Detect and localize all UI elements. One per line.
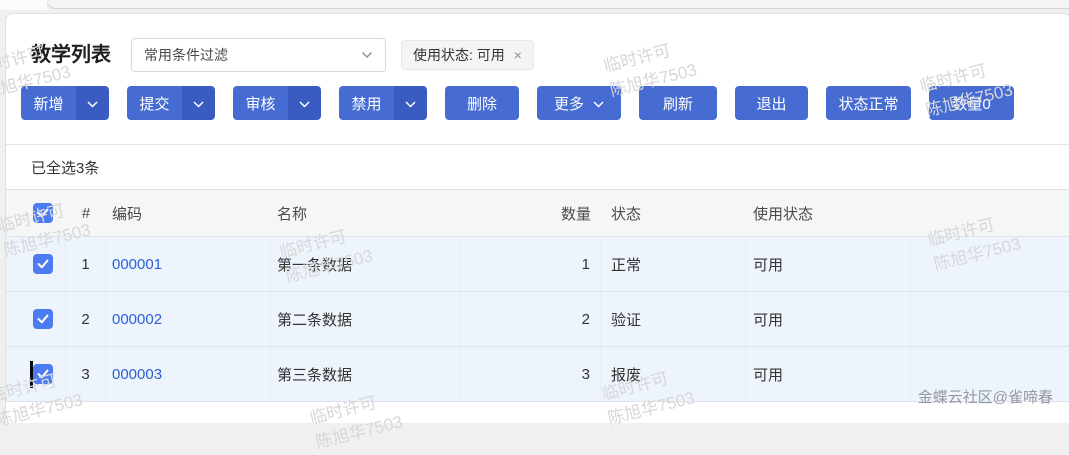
main-panel: 教学列表 常用条件过滤 使用状态: 可用 × 新增 提交 审核 bbox=[5, 13, 1069, 423]
column-header-name[interactable]: 名称 bbox=[271, 190, 461, 236]
filter-conditions-dropdown[interactable]: 常用条件过滤 bbox=[131, 38, 386, 72]
row-name: 第一条数据 bbox=[271, 237, 461, 291]
select-all-checkbox[interactable] bbox=[33, 203, 53, 223]
audit-split-button: 审核 bbox=[233, 86, 321, 120]
code-link[interactable]: 000001 bbox=[112, 256, 162, 273]
more-button[interactable]: 更多 bbox=[537, 86, 621, 120]
submit-button[interactable]: 提交 bbox=[127, 86, 182, 120]
submit-split-button: 提交 bbox=[127, 86, 215, 120]
table-row[interactable]: 3 000003 第三条数据 3 报废 可用 bbox=[6, 347, 1069, 402]
chevron-down-icon bbox=[299, 95, 310, 112]
tab-remnant bbox=[0, 0, 47, 10]
column-header-status[interactable]: 状态 bbox=[601, 190, 746, 236]
chevron-down-icon bbox=[193, 95, 204, 112]
audit-button[interactable]: 审核 bbox=[233, 86, 288, 120]
exit-button[interactable]: 退出 bbox=[735, 86, 808, 120]
code-link[interactable]: 000003 bbox=[112, 366, 162, 383]
row-use-status: 可用 bbox=[746, 237, 911, 291]
disable-split-button: 禁用 bbox=[339, 86, 427, 120]
table-row[interactable]: 2 000002 第二条数据 2 验证 可用 bbox=[6, 292, 1069, 347]
table-row[interactable]: 1 000001 第一条数据 1 正常 可用 bbox=[6, 237, 1069, 292]
tab-edge-line bbox=[46, 0, 1069, 9]
top-strip bbox=[0, 0, 1069, 13]
refresh-button[interactable]: 刷新 bbox=[639, 86, 717, 120]
add-dropdown-button[interactable] bbox=[76, 86, 109, 120]
row-qty: 1 bbox=[461, 237, 601, 291]
chevron-down-icon bbox=[405, 95, 416, 112]
toolbar: 新增 提交 审核 禁用 删除 更多 刷新 bbox=[21, 86, 1014, 120]
row-status: 验证 bbox=[601, 292, 746, 346]
row-use-status: 可用 bbox=[746, 292, 911, 346]
column-header-qty[interactable]: 数量 bbox=[461, 190, 601, 236]
chevron-down-icon bbox=[593, 95, 604, 112]
row-qty: 3 bbox=[461, 347, 601, 401]
text-cursor bbox=[30, 361, 33, 388]
add-button[interactable]: 新增 bbox=[21, 86, 76, 120]
code-link[interactable]: 000002 bbox=[112, 311, 162, 328]
filter-tag-close-icon[interactable]: × bbox=[514, 47, 522, 63]
chevron-down-icon bbox=[361, 51, 373, 59]
disable-button[interactable]: 禁用 bbox=[339, 86, 394, 120]
filter-dropdown-value: 常用条件过滤 bbox=[144, 45, 228, 65]
column-header-index[interactable]: # bbox=[66, 190, 106, 236]
submit-dropdown-button[interactable] bbox=[182, 86, 215, 120]
row-qty: 2 bbox=[461, 292, 601, 346]
row-status: 报废 bbox=[601, 347, 746, 401]
add-split-button: 新增 bbox=[21, 86, 109, 120]
chevron-down-icon bbox=[87, 95, 98, 112]
more-button-label: 更多 bbox=[554, 93, 584, 114]
column-header-code[interactable]: 编码 bbox=[106, 190, 271, 236]
row-checkbox[interactable] bbox=[33, 364, 53, 384]
row-use-status: 可用 bbox=[746, 347, 911, 401]
selection-bar: 已全选3条 bbox=[6, 145, 1069, 190]
table-header-row: # 编码 名称 数量 状态 使用状态 bbox=[6, 190, 1069, 237]
quantity-button[interactable]: 数量0 bbox=[929, 86, 1014, 120]
row-index: 3 bbox=[66, 347, 106, 401]
disable-dropdown-button[interactable] bbox=[394, 86, 427, 120]
row-index: 1 bbox=[66, 237, 106, 291]
delete-button[interactable]: 删除 bbox=[445, 86, 519, 120]
row-name: 第三条数据 bbox=[271, 347, 461, 401]
filter-tag-use-status[interactable]: 使用状态: 可用 × bbox=[401, 40, 534, 70]
row-checkbox[interactable] bbox=[33, 309, 53, 329]
page-title: 教学列表 bbox=[31, 38, 111, 67]
row-checkbox[interactable] bbox=[33, 254, 53, 274]
column-header-use-status[interactable]: 使用状态 bbox=[746, 190, 911, 236]
row-index: 2 bbox=[66, 292, 106, 346]
audit-dropdown-button[interactable] bbox=[288, 86, 321, 120]
row-name: 第二条数据 bbox=[271, 292, 461, 346]
filter-tag-label: 使用状态: 可用 bbox=[413, 45, 505, 65]
status-normal-button[interactable]: 状态正常 bbox=[826, 86, 911, 120]
community-credit-label: 金蝶云社区@雀啼春 bbox=[918, 386, 1053, 407]
selection-count-text: 已全选3条 bbox=[31, 157, 99, 178]
row-status: 正常 bbox=[601, 237, 746, 291]
data-grid: 已全选3条 # 编码 名称 数量 状态 使用状态 1 000001 bbox=[6, 144, 1069, 402]
